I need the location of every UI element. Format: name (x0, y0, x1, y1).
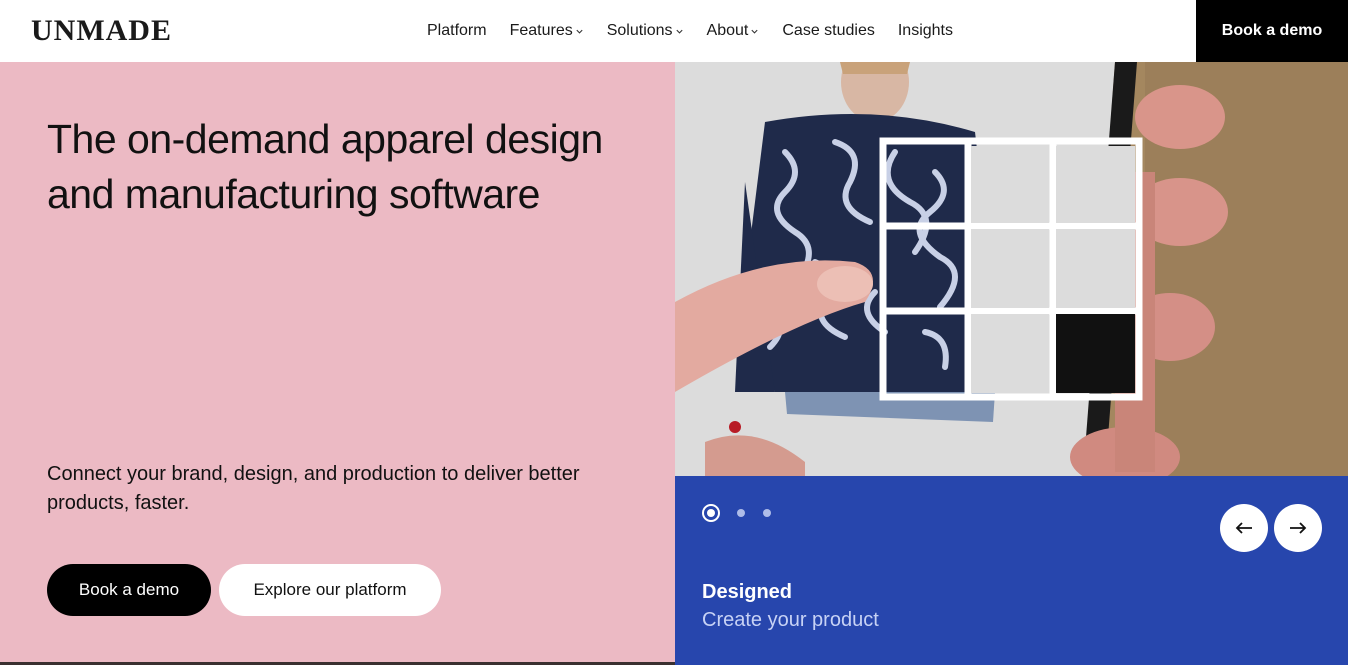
arrow-right-icon (1290, 522, 1307, 534)
nav-item-insights[interactable]: Insights (898, 0, 953, 62)
chevron-down-icon (575, 27, 584, 36)
phone-sweater-illustration (675, 62, 1348, 476)
main-nav: Platform Features Solutions About Case s… (427, 0, 976, 62)
hero-section: The on-demand apparel design and manufac… (0, 62, 675, 665)
hero-title: The on-demand apparel design and manufac… (47, 116, 603, 217)
nav-item-label: Case studies (782, 22, 875, 39)
arrow-left-icon (1235, 522, 1252, 534)
slide-title: Designed (702, 581, 793, 603)
nav-item-label: Features (509, 22, 573, 39)
nav-item-platform[interactable]: Platform (427, 0, 487, 62)
carousel-next-button[interactable] (1274, 504, 1322, 552)
carousel-dot-1[interactable] (702, 504, 720, 522)
carousel-dots (702, 504, 789, 522)
book-demo-header-button[interactable]: Book a demo (1196, 0, 1348, 62)
nav-item-solutions[interactable]: Solutions (607, 0, 684, 62)
unmade-logo[interactable]: UNMADE (31, 16, 172, 46)
nav-item-label: Platform (427, 22, 487, 39)
hero-image (675, 62, 1348, 476)
nav-item-label: About (706, 22, 749, 39)
explore-platform-button[interactable]: Explore our platform (219, 564, 441, 616)
nav-item-case-studies[interactable]: Case studies (782, 0, 875, 62)
nav-item-about[interactable]: About (707, 0, 760, 62)
nav-item-features[interactable]: Features (510, 0, 584, 62)
carousel-dot-3[interactable] (763, 509, 771, 517)
carousel-prev-button[interactable] (1220, 504, 1268, 552)
site-header: UNMADE Platform Features Solutions About… (0, 0, 1348, 62)
nav-item-label: Insights (897, 22, 953, 39)
nav-item-label: Solutions (606, 22, 673, 39)
chevron-down-icon (750, 27, 759, 36)
chevron-down-icon (675, 27, 684, 36)
hero-subtitle: Connect your brand, design, and producti… (47, 463, 580, 514)
slide-subtitle: Create your product (702, 609, 879, 631)
carousel-dot-2[interactable] (737, 509, 745, 517)
book-demo-button[interactable]: Book a demo (47, 564, 211, 616)
carousel-panel: Designed Create your product (675, 476, 1348, 665)
